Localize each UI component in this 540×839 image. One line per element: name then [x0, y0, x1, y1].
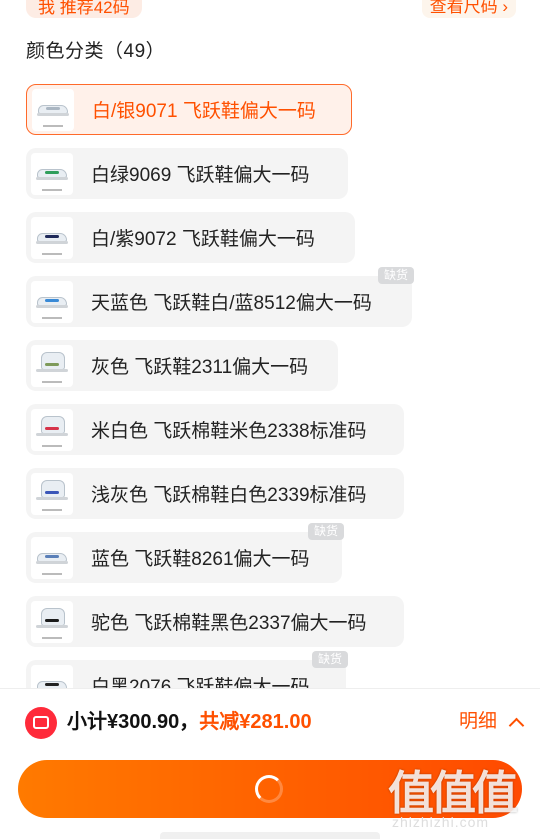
sku-option-white-purple-9072[interactable]: 白/紫9072 飞跃鞋偏大一码 [26, 212, 355, 263]
sku-label: 驼色 飞跃棉鞋黑色2337偏大一码 [91, 613, 367, 634]
shoe-icon [36, 102, 70, 116]
top-strip: 我 推荐42码 查看尺码 › [0, 0, 540, 22]
sku-label: 白/紫9072 飞跃鞋偏大一码 [91, 229, 315, 250]
sku-thumbnail [31, 536, 73, 579]
sku-option-blue-8261[interactable]: 蓝色 飞跃鞋8261偏大一码 缺货 [26, 523, 344, 583]
subtotal-amount: 小计¥300.90， [67, 711, 200, 733]
sku-option-light-grey-2339[interactable]: 浅灰色 飞跃棉鞋白色2339标准码 [26, 468, 404, 519]
recommended-size-badge: 我 推荐42码 [26, 0, 142, 18]
size-chart-link[interactable]: 查看尺码 › [421, 0, 516, 18]
sku-thumbnail [31, 472, 73, 515]
watermark-url: zhizhizhi.com [392, 814, 490, 830]
shoe-icon [35, 166, 69, 180]
out-of-stock-badge: 缺货 [311, 651, 348, 668]
shoe-icon [35, 351, 69, 372]
sku-label: 米白色 飞跃棉鞋米色2338标准码 [91, 421, 367, 442]
sku-label: 天蓝色 飞跃鞋白/蓝8512偏大一码 [91, 293, 372, 314]
sku-thumbnail [31, 344, 73, 387]
sku-option-off-white-2338[interactable]: 米白色 飞跃棉鞋米色2338标准码 [26, 404, 404, 455]
out-of-stock-badge: 缺货 [307, 523, 344, 540]
detail-label: 明细 [458, 711, 497, 732]
sku-option-grey-2311[interactable]: 灰色 飞跃鞋2311偏大一码 [26, 340, 338, 391]
price-summary: 小计¥300.90，共减¥281.00 [67, 707, 312, 737]
coupon-icon [25, 707, 57, 739]
sku-option-camel-2337[interactable]: 驼色 飞跃棉鞋黑色2337偏大一码 [26, 596, 404, 647]
sku-option-white-silver-9071[interactable]: 白/银9071 飞跃鞋偏大一码 [26, 84, 352, 135]
shoe-icon [35, 294, 69, 308]
home-indicator [160, 832, 380, 839]
shoe-icon [35, 550, 69, 564]
sku-option-white-green-9069[interactable]: 白绿9069 飞跃鞋偏大一码 [26, 148, 348, 199]
color-category-title: 颜色分类（49） [26, 41, 166, 62]
shoe-icon [35, 415, 69, 436]
sku-thumbnail [31, 408, 73, 451]
sku-option-sky-blue-8512[interactable]: 天蓝色 飞跃鞋白/蓝8512偏大一码 缺货 [26, 267, 414, 327]
sku-label: 白绿9069 飞跃鞋偏大一码 [91, 165, 310, 186]
price-detail-toggle[interactable]: 明细 [458, 707, 525, 737]
sku-thumbnail [32, 88, 74, 131]
shoe-icon [35, 230, 69, 244]
sku-thumbnail [31, 216, 73, 259]
chevron-up-icon [508, 717, 525, 733]
loading-spinner-icon [255, 775, 283, 803]
sku-thumbnail [31, 280, 73, 323]
out-of-stock-badge: 缺货 [377, 267, 414, 284]
discount-amount: 共减¥281.00 [199, 711, 312, 733]
sku-thumbnail [31, 600, 73, 643]
sku-label: 灰色 飞跃鞋2311偏大一码 [91, 357, 309, 378]
sku-label: 蓝色 飞跃鞋8261偏大一码 [91, 549, 310, 570]
sku-thumbnail [31, 152, 73, 195]
sku-label: 浅灰色 飞跃棉鞋白色2339标准码 [91, 485, 367, 506]
sku-label: 白/银9071 飞跃鞋偏大一码 [92, 101, 316, 122]
shoe-icon [35, 479, 69, 500]
shoe-icon [35, 607, 69, 628]
